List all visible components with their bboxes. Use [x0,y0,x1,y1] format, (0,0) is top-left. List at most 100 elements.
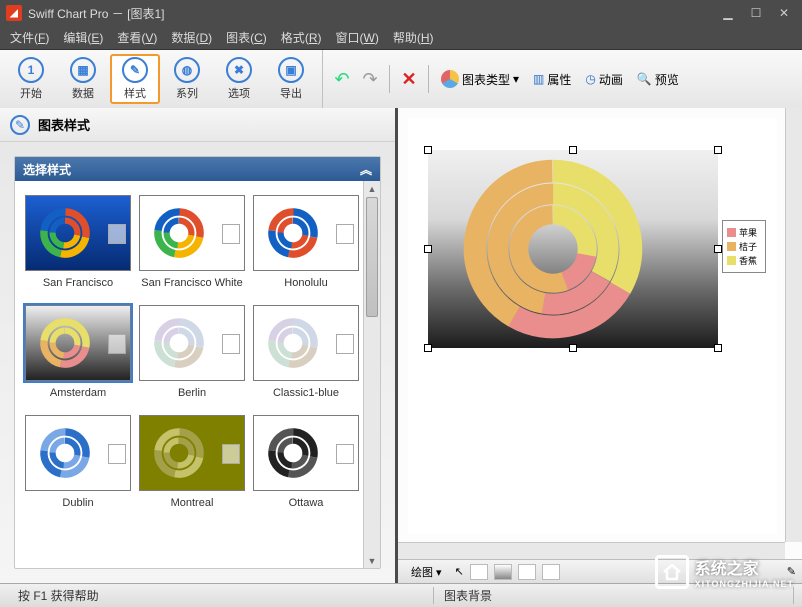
menu-chart[interactable]: 图表(C) [220,27,273,48]
delete-button[interactable]: ✕ [398,68,420,90]
chart-type-icon [441,70,459,88]
toolbar-data[interactable]: ▦数据 [58,54,108,104]
style-icon: ✎ [122,57,148,83]
animation-button[interactable]: ◷动画 [581,69,627,90]
toolbar-secondary: ↶ ↷ ✕ 图表类型▾ ▥属性 ◷动画 🔍预览 [323,50,802,108]
donut-chart [458,154,648,344]
series-icon: ◍ [174,57,200,83]
style-caption: Ottawa [289,497,324,509]
close-button[interactable]: ✕ [772,4,796,22]
style-item-ottawa[interactable]: Ottawa [253,415,359,523]
toolbar-start[interactable]: 1开始 [6,54,56,104]
menu-format[interactable]: 格式(R) [275,27,328,48]
toolbar-row: 1开始 ▦数据 ✎样式 ◍系列 ✖选项 ▣导出 ↶ ↷ ✕ 图表类型▾ ▥属性 … [0,50,802,108]
toolbar-style[interactable]: ✎样式 [110,54,160,104]
style-caption: Classic1-blue [273,387,339,399]
export-icon: ▣ [278,57,304,83]
style-thumbnail[interactable] [25,195,131,271]
style-caption: Dublin [62,497,93,509]
resize-handle[interactable] [569,344,577,352]
style-thumbnail[interactable] [139,415,245,491]
arrow-cursor-icon[interactable]: ↖ [455,565,464,578]
style-item-amsterdam[interactable]: Amsterdam [25,305,131,413]
menu-edit[interactable]: 编辑(E) [57,27,109,48]
style-caption: Montreal [171,497,214,509]
preview-button[interactable]: 🔍预览 [633,69,683,90]
options-icon: ✖ [226,57,252,83]
menu-help[interactable]: 帮助(H) [387,27,440,48]
style-thumbnail[interactable] [25,415,131,491]
toolbar-main: 1开始 ▦数据 ✎样式 ◍系列 ✖选项 ▣导出 [0,50,323,108]
tool-rect[interactable] [470,564,488,580]
style-item-san-francisco-white[interactable]: San Francisco White [139,195,245,303]
resize-handle[interactable] [424,344,432,352]
pen-icon[interactable]: ✎ [787,565,796,578]
style-item-dublin[interactable]: Dublin [25,415,131,523]
minimize-button[interactable]: ▁ [716,4,740,22]
statusbar: 按 F1 获得帮助 图表背景 [0,583,802,607]
menu-window[interactable]: 窗口(W) [329,27,384,48]
style-thumbnail[interactable] [253,415,359,491]
canvas-hscroll[interactable] [398,542,785,559]
toolbar-options[interactable]: ✖选项 [214,54,264,104]
style-item-honolulu[interactable]: Honolulu [253,195,359,303]
resize-handle[interactable] [714,344,722,352]
style-panel: ✎ 图表样式 选择样式 ︽ San Francisco [0,108,398,583]
canvas-vscroll[interactable] [785,108,802,542]
tool-fill[interactable] [494,564,512,580]
maximize-button[interactable]: ☐ [744,4,768,22]
redo-button[interactable]: ↷ [359,68,381,90]
content: ✎ 图表样式 选择样式 ︽ San Francisco [0,108,802,583]
style-thumbnail[interactable] [253,195,359,271]
style-caption: Amsterdam [50,387,106,399]
style-thumbnail[interactable] [139,305,245,381]
tool-line[interactable] [518,564,536,580]
style-item-berlin[interactable]: Berlin [139,305,245,413]
style-item-montreal[interactable]: Montreal [139,415,245,523]
canvas-area[interactable]: 苹果 桔子 香蕉 [398,108,802,559]
scroll-down-icon[interactable]: ▼ [364,553,380,568]
titlebar: ◢ Swiff Chart Pro － [图表1] ▁ ☐ ✕ [0,0,802,26]
style-thumbnail[interactable] [139,195,245,271]
resize-handle[interactable] [569,146,577,154]
style-item-san-francisco[interactable]: San Francisco [25,195,131,303]
chart-type-button[interactable]: 图表类型▾ [437,68,523,90]
undo-button[interactable]: ↶ [331,68,353,90]
canvas-tabs: 绘图 ▾ ↖ ✎ [398,559,802,583]
status-help: 按 F1 获得帮助 [8,587,434,604]
start-icon: 1 [18,57,44,83]
style-grid: San Francisco San Francisco White Honolu… [15,181,363,568]
style-scrollbar[interactable]: ▲ ▼ [363,181,380,568]
style-thumbnail[interactable] [253,305,359,381]
tool-text[interactable] [542,564,560,580]
preview-panel: 苹果 桔子 香蕉 绘图 ▾ ↖ [398,108,802,583]
resize-handle[interactable] [714,245,722,253]
chart-selection[interactable]: 苹果 桔子 香蕉 [428,150,718,348]
scroll-up-icon[interactable]: ▲ [364,181,380,196]
menu-file[interactable]: 文件(F) [4,27,55,48]
tab-draw[interactable]: 绘图 ▾ [404,561,449,583]
status-bg: 图表背景 [434,587,794,604]
window-title: Swiff Chart Pro － [图表1] [28,5,164,22]
app-icon: ◢ [6,5,22,21]
data-icon: ▦ [70,57,96,83]
style-item-classic1-blue[interactable]: Classic1-blue [253,305,359,413]
toolbar-export[interactable]: ▣导出 [266,54,316,104]
properties-button[interactable]: ▥属性 [529,69,575,90]
style-card: 选择样式 ︽ San Francisco San Franci [14,156,381,569]
magnifier-icon: 🔍 [637,72,652,86]
toolbar-series[interactable]: ◍系列 [162,54,212,104]
style-caption: Honolulu [284,277,327,289]
style-caption: San Francisco White [141,277,242,289]
menu-view[interactable]: 查看(V) [111,27,163,48]
resize-handle[interactable] [424,245,432,253]
resize-handle[interactable] [424,146,432,154]
style-section-header[interactable]: 选择样式 ︽ [15,157,380,181]
style-thumbnail[interactable] [25,305,131,381]
menu-data[interactable]: 数据(D) [165,27,218,48]
collapse-icon: ︽ [360,161,372,178]
scroll-thumb[interactable] [366,197,378,317]
resize-handle[interactable] [714,146,722,154]
chevron-down-icon: ▾ [513,72,519,86]
clock-icon: ◷ [585,72,595,86]
